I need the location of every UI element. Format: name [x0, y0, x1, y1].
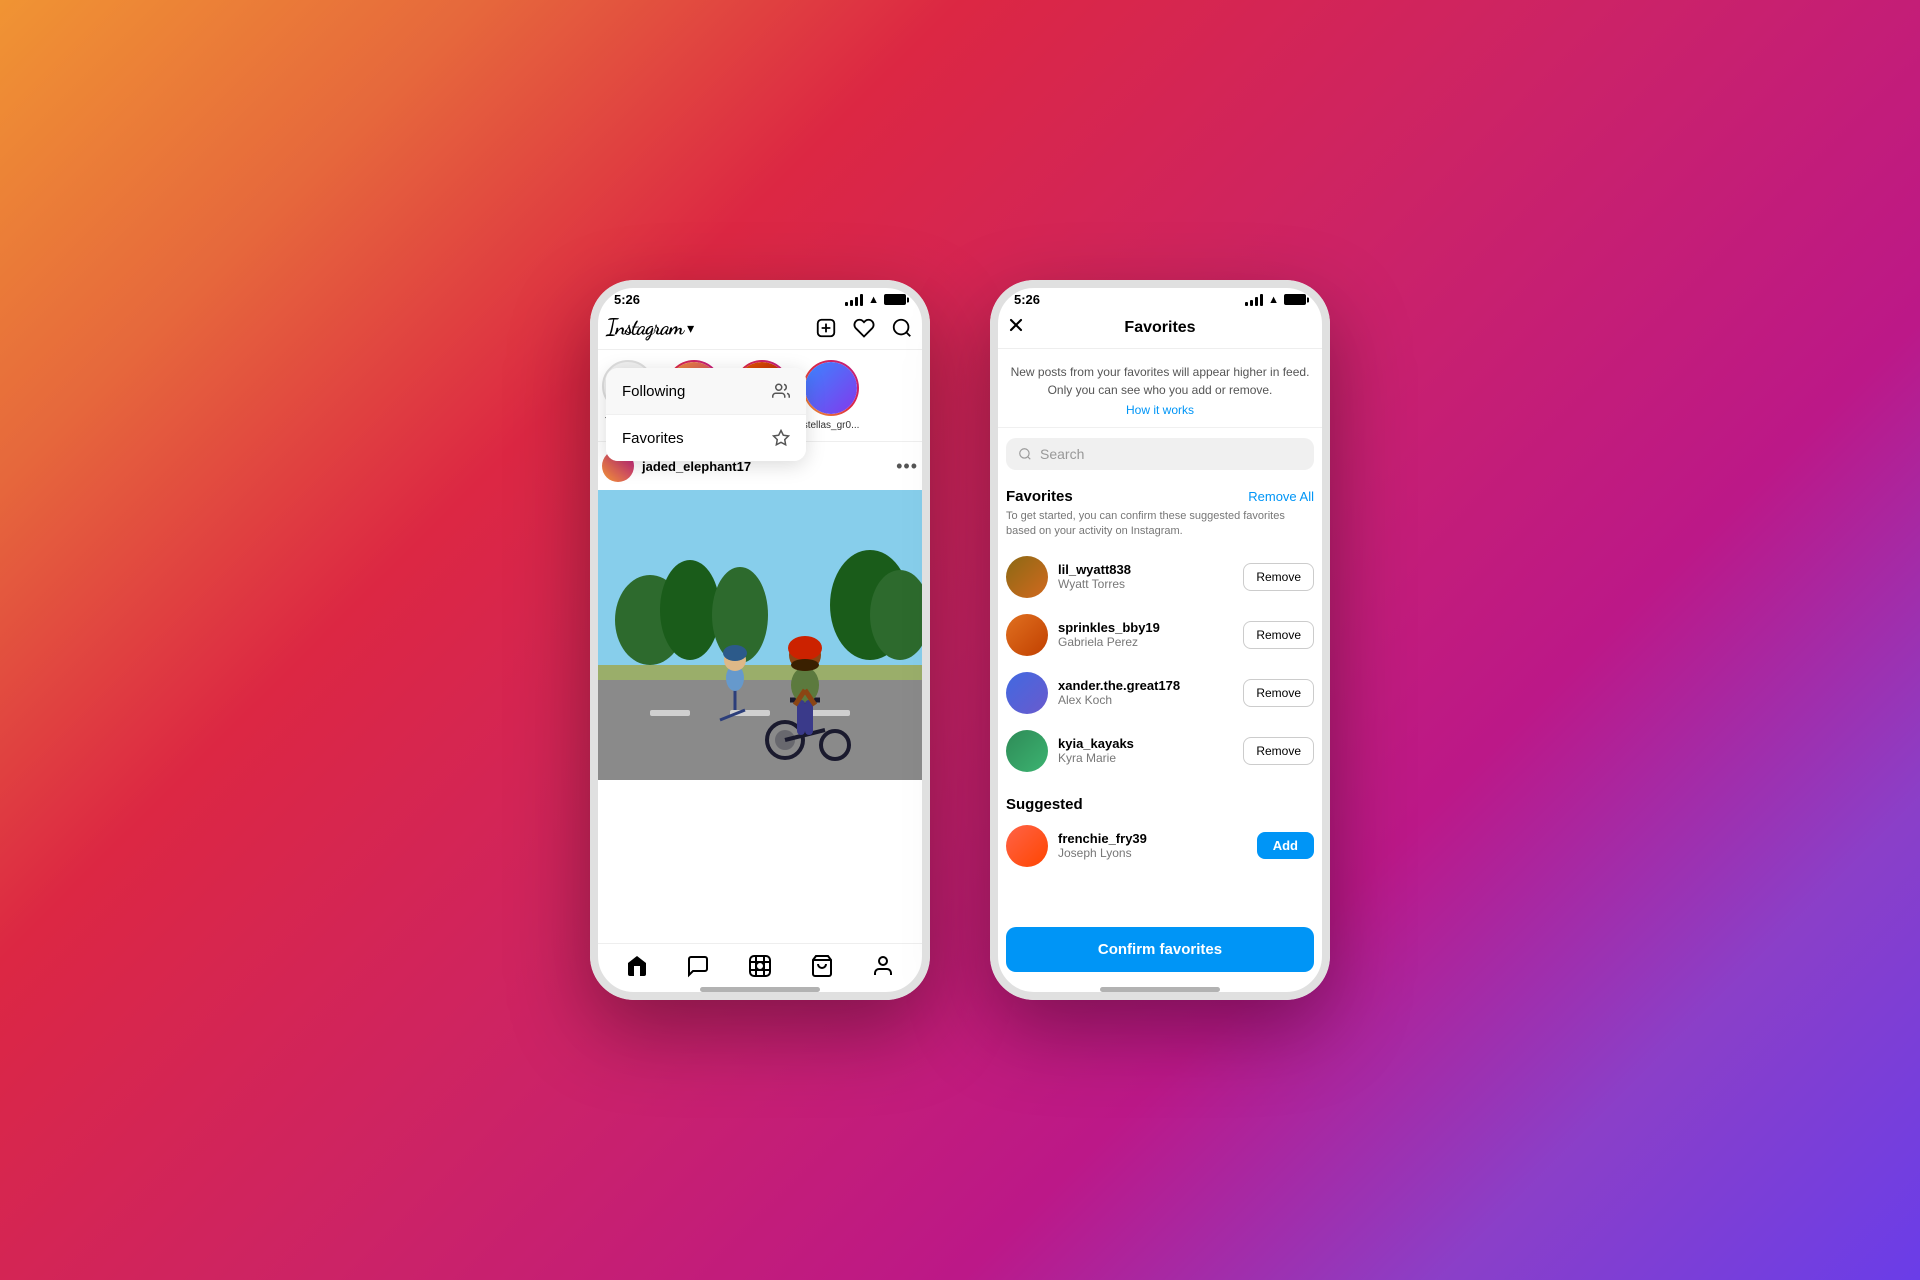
- status-bar-2: 5:26 ▲: [990, 280, 1330, 311]
- following-icon: [772, 382, 790, 400]
- user-item-5: frenchie_fry39 Joseph Lyons Add: [990, 817, 1330, 875]
- search-bar-icon: [1018, 447, 1032, 461]
- user-name-5: Joseph Lyons: [1058, 846, 1247, 860]
- add-icon[interactable]: [814, 316, 838, 340]
- remove-all-button[interactable]: Remove All: [1248, 489, 1314, 504]
- more-icon[interactable]: •••: [896, 456, 918, 477]
- nav-shop[interactable]: [808, 952, 836, 980]
- user-name-4: Kyra Marie: [1058, 751, 1233, 765]
- nav-reels[interactable]: [746, 952, 774, 980]
- add-button-1[interactable]: Add: [1257, 832, 1314, 859]
- nav-profile[interactable]: [869, 952, 897, 980]
- battery-icon: [884, 294, 906, 305]
- status-bar-1: 5:26 ▲: [590, 280, 930, 311]
- search-icon[interactable]: [890, 316, 914, 340]
- home-icon: [625, 954, 649, 978]
- user-item-3: xander.the.great178 Alex Koch Remove: [990, 664, 1330, 722]
- phone-1: 5:26 ▲ Instagram ▾: [590, 280, 930, 1000]
- post-image: [590, 490, 930, 780]
- user-name-2: Gabriela Perez: [1058, 635, 1233, 649]
- user-item-2: sprinkles_bby19 Gabriela Perez Remove: [990, 606, 1330, 664]
- wifi-icon: ▲: [868, 294, 879, 306]
- user-info-4: kyia_kayaks Kyra Marie: [1058, 736, 1233, 765]
- user-avatar-3: [1006, 672, 1048, 714]
- nav-home[interactable]: [623, 952, 651, 980]
- close-button[interactable]: [1006, 315, 1026, 340]
- reels-icon: [748, 954, 772, 978]
- favorites-section-title: Favorites: [1006, 488, 1073, 505]
- user-avatar-4: [1006, 730, 1048, 772]
- signal-icon: [845, 294, 863, 306]
- remove-button-4[interactable]: Remove: [1243, 737, 1314, 765]
- bottom-nav: [590, 943, 930, 980]
- user-info-1: lil_wyatt838 Wyatt Torres: [1058, 562, 1233, 591]
- favorites-info: New posts from your favorites will appea…: [990, 349, 1330, 428]
- search-bar[interactable]: Search: [1006, 438, 1314, 470]
- favorites-section-desc: To get started, you can confirm these su…: [990, 509, 1330, 548]
- heart-icon[interactable]: [852, 316, 876, 340]
- time-1: 5:26: [614, 292, 640, 307]
- user-avatar-1: [1006, 556, 1048, 598]
- signal-icon-2: [1245, 294, 1263, 306]
- favorites-info-text: New posts from your favorites will appea…: [1006, 363, 1314, 399]
- instagram-header: Instagram ▾: [590, 311, 930, 350]
- user-info-2: sprinkles_bby19 Gabriela Perez: [1058, 620, 1233, 649]
- battery-icon-2: [1284, 294, 1306, 305]
- instagram-logo: Instagram: [606, 315, 683, 341]
- dropdown-arrow-icon: ▾: [687, 320, 694, 337]
- user-name-3: Alex Koch: [1058, 693, 1233, 707]
- how-it-works-link[interactable]: How it works: [1006, 403, 1314, 417]
- user-item-1: lil_wyatt838 Wyatt Torres Remove: [990, 548, 1330, 606]
- status-icons-1: ▲: [845, 294, 906, 306]
- nav-messenger[interactable]: [684, 952, 712, 980]
- user-handle-4: kyia_kayaks: [1058, 736, 1233, 751]
- time-2: 5:26: [1014, 292, 1040, 307]
- favorites-header: Favorites: [990, 311, 1330, 349]
- remove-button-1[interactable]: Remove: [1243, 563, 1314, 591]
- page-title: Favorites: [1124, 319, 1195, 337]
- home-indicator-2: [1100, 987, 1220, 992]
- dropdown-menu: Following Favorites: [606, 368, 806, 461]
- user-handle-2: sprinkles_bby19: [1058, 620, 1233, 635]
- story-avatar-3: [803, 360, 859, 416]
- story-3[interactable]: stellas_gr0...: [803, 360, 860, 431]
- header-icons: [814, 316, 914, 340]
- wifi-icon-2: ▲: [1268, 294, 1279, 306]
- user-info-5: frenchie_fry39 Joseph Lyons: [1058, 831, 1247, 860]
- user-handle-3: xander.the.great178: [1058, 678, 1233, 693]
- user-handle-5: frenchie_fry39: [1058, 831, 1247, 846]
- dropdown-favorites[interactable]: Favorites: [606, 415, 806, 461]
- remove-button-3[interactable]: Remove: [1243, 679, 1314, 707]
- suggested-section-title: Suggested: [1006, 796, 1083, 813]
- user-handle-1: lil_wyatt838: [1058, 562, 1233, 577]
- logo-area[interactable]: Instagram ▾: [606, 315, 694, 341]
- confirm-favorites-button[interactable]: Confirm favorites: [1006, 927, 1314, 972]
- search-input[interactable]: Search: [1040, 446, 1084, 462]
- scene-svg: [590, 490, 930, 780]
- user-item-4: kyia_kayaks Kyra Marie Remove: [990, 722, 1330, 780]
- shop-icon: [810, 954, 834, 978]
- suggested-section-header: Suggested: [990, 788, 1330, 817]
- star-icon: [772, 429, 790, 447]
- user-name-1: Wyatt Torres: [1058, 577, 1233, 591]
- dropdown-following[interactable]: Following: [606, 368, 806, 415]
- remove-button-2[interactable]: Remove: [1243, 621, 1314, 649]
- phone-2: 5:26 ▲ Favorites New posts: [990, 280, 1330, 1000]
- close-icon: [1006, 315, 1026, 335]
- favorites-section-header: Favorites Remove All: [990, 480, 1330, 509]
- profile-icon: [871, 954, 895, 978]
- user-avatar-2: [1006, 614, 1048, 656]
- home-indicator-1: [700, 987, 820, 992]
- user-avatar-5: [1006, 825, 1048, 867]
- status-icons-2: ▲: [1245, 294, 1306, 306]
- messenger-icon: [686, 954, 710, 978]
- user-info-3: xander.the.great178 Alex Koch: [1058, 678, 1233, 707]
